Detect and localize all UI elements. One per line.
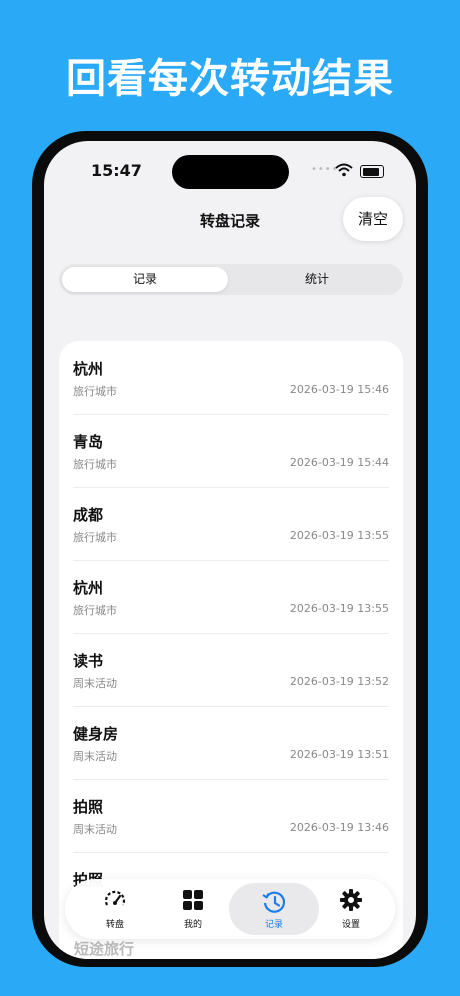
tab-label: 设置 — [341, 920, 360, 930]
record-title: 青岛 — [73, 433, 104, 451]
record-datetime: 2026-03-19 15:46 — [289, 383, 389, 396]
tab-settings[interactable]: 设置 — [309, 879, 393, 939]
records-list: 杭州 旅行城市 2026-03-19 15:46 青岛 旅行城市 2026-03… — [59, 341, 403, 959]
record-datetime: 2026-03-19 15:44 — [289, 456, 389, 469]
list-item[interactable]: 杭州 旅行城市 2026-03-19 15:46 — [73, 341, 389, 415]
wifi-icon — [335, 163, 353, 177]
tab-label: 我的 — [183, 920, 202, 930]
record-category: 周末活动 — [73, 677, 117, 690]
record-category: 旅行城市 — [73, 531, 117, 544]
list-item[interactable]: 拍照 周末活动 2026-03-19 13:46 — [73, 779, 389, 853]
tab-bar: 转盘 我的 记录 设置 — [65, 879, 395, 939]
dynamic-island — [172, 155, 289, 189]
record-title: 健身房 — [73, 725, 119, 743]
status-time: 15:47 — [91, 161, 142, 180]
tab-label: 记录 — [264, 920, 283, 930]
tab-spin-wheel[interactable]: 转盘 — [73, 879, 157, 939]
list-item[interactable]: 成都 旅行城市 2026-03-19 13:55 — [73, 487, 389, 561]
record-datetime: 2026-03-19 13:55 — [289, 602, 389, 615]
battery-icon — [360, 165, 384, 178]
list-item[interactable]: 杭州 旅行城市 2026-03-19 13:55 — [73, 560, 389, 634]
record-datetime: 2026-03-19 13:55 — [289, 529, 389, 542]
dial-icon — [104, 890, 126, 906]
history-icon — [262, 891, 286, 913]
tab-mine[interactable]: 我的 — [151, 879, 235, 939]
record-category: 旅行城市 — [73, 604, 117, 617]
list-item[interactable]: 读书 周末活动 2026-03-19 13:52 — [73, 633, 389, 707]
record-datetime: 2026-03-19 13:46 — [289, 821, 389, 834]
phone-frame: 15:47 •••• 转盘记录 清空 记录 统计 杭州 旅行城市 2026-03… — [32, 131, 428, 967]
tab-label: 转盘 — [105, 920, 124, 930]
record-title: 拍照 — [73, 798, 104, 816]
record-datetime: 2026-03-19 13:52 — [289, 675, 389, 688]
promo-headline: 回看每次转动结果 — [66, 56, 394, 102]
partial-list-text: 短途旅行 — [74, 940, 135, 958]
record-datetime: 2026-03-19 13:51 — [289, 748, 389, 761]
record-category: 旅行城市 — [73, 458, 117, 471]
tab-statistics[interactable]: 统计 — [234, 267, 400, 292]
record-title: 杭州 — [73, 360, 104, 378]
tab-records[interactable]: 记录 — [62, 267, 228, 292]
gear-icon — [340, 889, 362, 911]
record-title: 杭州 — [73, 579, 104, 597]
record-category: 旅行城市 — [73, 385, 117, 398]
segmented-control: 记录 统计 — [59, 264, 403, 295]
record-title: 读书 — [73, 652, 104, 670]
record-title: 成都 — [73, 506, 104, 524]
record-category: 周末活动 — [73, 750, 117, 763]
tab-history[interactable]: 记录 — [229, 883, 319, 935]
clear-button[interactable]: 清空 — [343, 197, 403, 241]
list-item[interactable]: 健身房 周末活动 2026-03-19 13:51 — [73, 706, 389, 780]
app-screen: 15:47 •••• 转盘记录 清空 记录 统计 杭州 旅行城市 2026-03… — [44, 141, 416, 959]
grid-icon — [183, 890, 203, 910]
list-item[interactable]: 青岛 旅行城市 2026-03-19 15:44 — [73, 414, 389, 488]
record-category: 周末活动 — [73, 823, 117, 836]
